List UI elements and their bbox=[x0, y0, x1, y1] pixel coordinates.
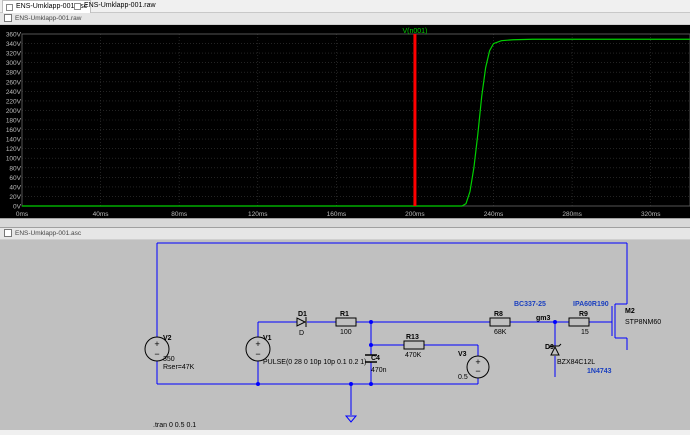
x-tick-labels: 0ms 40ms 80ms 120ms 160ms 200ms 240ms 280ms 320m… bbox=[16, 211, 661, 218]
v2-name[interactable]: V2 bbox=[163, 335, 172, 342]
resistor-r1[interactable] bbox=[335, 317, 357, 327]
diode-d1[interactable] bbox=[296, 317, 307, 327]
v3-value[interactable]: 0.5 bbox=[458, 374, 468, 381]
x-tick-label: 80ms bbox=[171, 211, 188, 218]
resistor-r9[interactable] bbox=[568, 317, 590, 327]
r9-value[interactable]: 15 bbox=[581, 329, 589, 336]
y-tick-label: 60V bbox=[9, 175, 21, 182]
trace-layer bbox=[22, 38, 690, 207]
schematic-file-icon bbox=[6, 3, 13, 11]
r1-name[interactable]: R1 bbox=[340, 311, 349, 318]
svg-text:+: + bbox=[255, 339, 260, 349]
m2-name[interactable]: M2 bbox=[625, 308, 635, 315]
grid-layer bbox=[21, 33, 690, 207]
pane-splitter[interactable] bbox=[0, 218, 690, 228]
v1-name[interactable]: V1 bbox=[263, 335, 272, 342]
schematic-window-title-bar[interactable]: ENS-Umklapp-001.asc bbox=[0, 228, 690, 240]
v2-value[interactable]: 350 bbox=[163, 356, 175, 363]
x-tick-label: 240ms bbox=[484, 211, 504, 218]
trace-v-n001[interactable] bbox=[22, 38, 690, 207]
m2-value[interactable]: STP8NM60 bbox=[625, 319, 661, 326]
spice-directive[interactable]: .tran 0 0.5 0.1 bbox=[153, 422, 196, 429]
x-tick-label: 0ms bbox=[16, 211, 29, 218]
r13-name[interactable]: R13 bbox=[406, 334, 419, 341]
tab-waveform[interactable]: ENS-Umklapp-001.raw bbox=[74, 0, 156, 12]
x-tick-label: 40ms bbox=[93, 211, 110, 218]
y-tick-label: 320V bbox=[6, 51, 22, 58]
v1-value[interactable]: PULSE(0 28 0 10p 10p 0.1 0.2 1) bbox=[263, 359, 367, 366]
document-tab-bar: ENS-Umklapp-001.asc ENS-Umklapp-001.raw bbox=[0, 0, 690, 13]
waveform-window-title-bar[interactable]: ENS-Umklapp-001.raw bbox=[0, 13, 690, 25]
y-tick-label: 180V bbox=[6, 118, 22, 125]
c4-value[interactable]: 470n bbox=[371, 367, 387, 374]
y-tick-label: 0V bbox=[13, 204, 22, 211]
y-tick-label: 40V bbox=[9, 184, 21, 191]
r9-name[interactable]: R9 bbox=[579, 311, 588, 318]
d9-value[interactable]: BZX84C12L bbox=[557, 359, 595, 366]
y-tick-label: 140V bbox=[6, 137, 22, 144]
resistor-r8[interactable] bbox=[489, 317, 511, 327]
y-tick-labels: 0V 20V 40V 60V 80V 100V 120V 140V 160V 180V 200V 22… bbox=[6, 32, 22, 211]
trace-label[interactable]: V(n001) bbox=[402, 28, 427, 35]
d9-name[interactable]: D9 bbox=[545, 344, 554, 351]
r1-value[interactable]: 100 bbox=[340, 329, 352, 336]
y-tick-label: 120V bbox=[6, 146, 22, 153]
y-tick-label: 80V bbox=[9, 165, 21, 172]
tab-label: ENS-Umklapp-001.raw bbox=[84, 2, 156, 9]
y-tick-label: 200V bbox=[6, 108, 22, 115]
x-tick-label: 120ms bbox=[248, 211, 268, 218]
x-tick-label: 280ms bbox=[562, 211, 582, 218]
ground-icon[interactable] bbox=[344, 415, 358, 423]
waveform-plot-pane[interactable]: 0V 20V 40V 60V 80V 100V 120V 140V 160V 180V 200V 22… bbox=[0, 25, 690, 218]
svg-text:−: − bbox=[154, 349, 159, 359]
y-tick-label: 100V bbox=[6, 156, 22, 163]
x-tick-label: 320ms bbox=[641, 211, 661, 218]
v3-name[interactable]: V3 bbox=[458, 351, 467, 358]
y-tick-label: 20V bbox=[9, 194, 21, 201]
x-tick-label: 200ms bbox=[405, 211, 425, 218]
y-tick-label: 220V bbox=[6, 98, 22, 105]
y-tick-label: 360V bbox=[6, 32, 22, 39]
waveform-window-icon bbox=[4, 14, 12, 23]
schematic-canvas[interactable]: + − V2 350 Rser=47K + − V1 PULSE(0 28 0 … bbox=[0, 240, 690, 430]
schematic-window-icon bbox=[4, 229, 12, 238]
d9-model-annotation[interactable]: 1N4743 bbox=[587, 368, 612, 375]
d1-value[interactable]: D bbox=[299, 330, 304, 337]
r8-name[interactable]: R8 bbox=[494, 311, 503, 318]
waveform-file-icon bbox=[74, 2, 81, 10]
y-tick-label: 260V bbox=[6, 79, 22, 86]
resistor-r13[interactable] bbox=[403, 340, 425, 350]
r8-model-annotation[interactable]: BC337-25 bbox=[514, 301, 546, 308]
waveform-window-title: ENS-Umklapp-001.raw bbox=[15, 15, 82, 22]
schematic-window-title: ENS-Umklapp-001.asc bbox=[15, 230, 82, 237]
v2-rser[interactable]: Rser=47K bbox=[163, 364, 195, 371]
schematic-svg[interactable]: + − V2 350 Rser=47K + − V1 PULSE(0 28 0 … bbox=[0, 240, 690, 430]
waveform-chart[interactable]: 0V 20V 40V 60V 80V 100V 120V 140V 160V 180V 200V 22… bbox=[0, 25, 690, 218]
y-tick-label: 240V bbox=[6, 89, 22, 96]
r13-value[interactable]: 470K bbox=[405, 352, 422, 359]
y-tick-label: 340V bbox=[6, 41, 22, 48]
y-tick-label: 160V bbox=[6, 127, 22, 134]
x-tick-label: 160ms bbox=[327, 211, 347, 218]
d1-name[interactable]: D1 bbox=[298, 311, 307, 318]
svg-text:−: − bbox=[255, 349, 260, 359]
net-label-gm3[interactable]: gm3 bbox=[536, 315, 551, 322]
voltage-source-v3[interactable]: + − bbox=[466, 355, 490, 379]
wires bbox=[156, 242, 628, 415]
r9-model-annotation[interactable]: IPA60R190 bbox=[573, 301, 609, 308]
svg-text:−: − bbox=[475, 366, 480, 376]
svg-text:+: + bbox=[154, 339, 159, 349]
r8-value[interactable]: 68K bbox=[494, 329, 507, 336]
c4-name[interactable]: C4 bbox=[371, 355, 380, 362]
y-tick-label: 300V bbox=[6, 60, 22, 67]
y-tick-label: 280V bbox=[6, 70, 22, 77]
